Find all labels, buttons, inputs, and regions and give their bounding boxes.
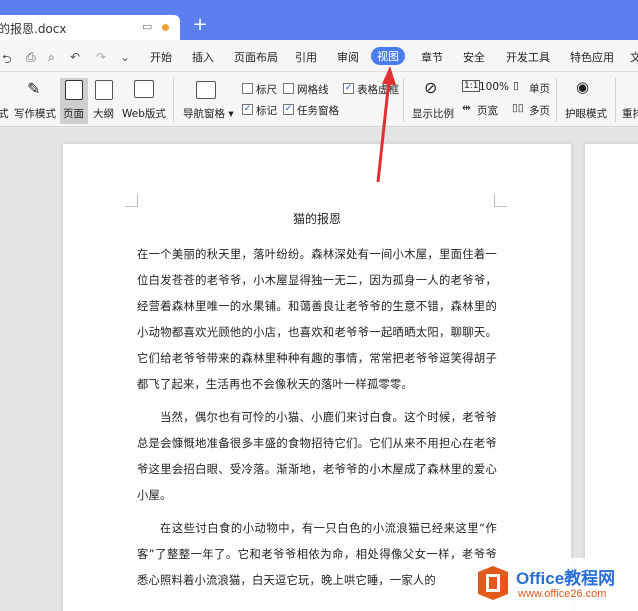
table-frame-label: 表格虚框	[357, 84, 399, 96]
multi-page-icon: ▯▯	[512, 102, 524, 114]
paragraph-2: 当然，偶尔也有可怜的小猫、小鹿们来讨白食。这个时候，老爷爷总是会慷慨地准备很多丰…	[137, 411, 497, 502]
print-icon[interactable]: ⎙	[26, 50, 36, 65]
page-width-button[interactable]: 页宽	[477, 103, 498, 118]
menu-more[interactable]: 文	[630, 49, 638, 65]
rearrange-button[interactable]: 重排	[622, 106, 638, 121]
page-view-icon	[65, 80, 83, 100]
new-tab-button[interactable]: +	[190, 15, 210, 37]
watermark-url: www.office26.com	[518, 588, 607, 600]
unsaved-dot-icon	[162, 24, 169, 31]
menu-review[interactable]: 审阅	[337, 49, 359, 65]
one-to-one-icon: 1:1	[462, 80, 481, 92]
menu-security[interactable]: 安全	[463, 49, 485, 65]
document-tab-title: 猫的报恩.docx	[0, 22, 67, 36]
menu-page-layout[interactable]: 页面布局	[234, 49, 278, 65]
menu-section[interactable]: 章节	[421, 49, 443, 65]
watermark-brand: Office教程网	[516, 569, 616, 588]
eye-icon: ◉	[576, 78, 590, 96]
markup-checkbox[interactable]: ✓	[242, 104, 253, 115]
menu-developer[interactable]: 开发工具	[506, 49, 550, 65]
task-pane-label: 任务窗格	[297, 105, 339, 117]
outline-view-button[interactable]: 大纲	[93, 106, 114, 121]
nav-pane-icon	[196, 81, 216, 99]
pen-icon: ✎	[27, 79, 41, 98]
outline-view-icon	[95, 80, 113, 100]
table-frame-checkbox[interactable]: ✓	[343, 83, 354, 94]
gridline-checkbox[interactable]	[283, 83, 294, 94]
document-tab[interactable]: 猫的报恩.docx ▭	[0, 15, 180, 40]
multi-page-button[interactable]: 多页	[529, 103, 550, 118]
task-pane-checkbox[interactable]: ✓	[283, 104, 294, 115]
nav-pane-label: 导航窗格	[183, 108, 225, 120]
view-mode-partial[interactable]: 式	[0, 106, 9, 121]
page-width-icon: ⇹	[462, 102, 471, 114]
print-preview-icon[interactable]: ⌕	[48, 50, 55, 65]
margin-corner-mark	[494, 194, 507, 207]
margin-corner-mark	[125, 194, 138, 207]
document-page[interactable]: 猫的报恩 在一个美丽的秋天里，落叶纷纷。森林深处有一间小木屋，里面住着一位白发苍…	[63, 144, 571, 611]
undo-icon[interactable]: ↶	[70, 50, 80, 64]
zoom-button[interactable]: 显示比例	[412, 106, 454, 121]
web-view-button[interactable]: Web版式	[122, 106, 166, 121]
page-view-button[interactable]: 页面	[63, 106, 84, 121]
office-logo-icon	[478, 566, 508, 600]
paragraph-3: 在这些讨白食的小动物中，有一只白色的小流浪猫已经来这里“作客”了整整一年了。它和…	[137, 522, 497, 587]
document-canvas[interactable]: 猫的报恩 在一个美丽的秋天里，落叶纷纷。森林深处有一间小木屋，里面住着一位白发苍…	[0, 128, 638, 611]
menu-view[interactable]: 视图	[371, 47, 405, 65]
writing-mode-button[interactable]: 写作模式	[14, 106, 56, 121]
paragraph-1: 在一个美丽的秋天里，落叶纷纷。森林深处有一间小木屋，里面住着一位白发苍苍的老爷爷…	[137, 248, 497, 391]
document-title: 猫的报恩	[292, 212, 341, 226]
document-body[interactable]: 在一个美丽的秋天里，落叶纷纷。森林深处有一间小木屋，里面住着一位白发苍苍的老爷爷…	[137, 242, 497, 601]
menu-features[interactable]: 特色应用	[570, 49, 614, 65]
share-icon[interactable]: ⮌	[2, 50, 12, 71]
ribbon-separator	[556, 78, 557, 122]
ruler-label: 标尺	[256, 84, 277, 96]
site-watermark: Office教程网 www.office26.com	[470, 558, 638, 611]
ribbon-separator	[615, 78, 616, 122]
eye-protect-button[interactable]: 护眼模式	[565, 106, 607, 121]
next-page-edge	[585, 144, 638, 611]
ribbon-separator	[173, 78, 174, 122]
view-ribbon: 式 ✎ 写作模式 页面 大纲 Web版式 导航窗格 ▾ 标尺 网格线 ✓ 表格虚…	[0, 72, 638, 127]
more-icon[interactable]: ⌄	[120, 50, 130, 64]
zoom-icon: ⊘	[424, 78, 438, 97]
menu-start[interactable]: 开始	[150, 49, 172, 65]
monitor-icon[interactable]: ▭	[142, 20, 152, 33]
menu-references[interactable]: 引用	[295, 49, 317, 65]
nav-pane-button[interactable]: 导航窗格 ▾	[183, 106, 234, 121]
menu-insert[interactable]: 插入	[192, 49, 214, 65]
ruler-checkbox[interactable]	[242, 83, 253, 94]
title-tab-bar: 猫的报恩.docx ▭ +	[0, 0, 638, 40]
markup-label: 标记	[256, 105, 277, 117]
menu-bar: ⮌ ⎙ ⌕ ↶ ↷ ⌄ 开始 插入 页面布局 引用 审阅 视图 章节 安全 开发…	[0, 40, 638, 72]
ribbon-separator	[403, 78, 404, 122]
web-view-icon	[134, 80, 154, 98]
redo-icon[interactable]: ↷	[96, 50, 106, 64]
single-page-button[interactable]: 单页	[529, 81, 550, 96]
zoom-100-button[interactable]: 100%	[479, 81, 509, 93]
single-page-icon: ▯	[513, 80, 519, 92]
gridline-label: 网格线	[297, 84, 329, 96]
